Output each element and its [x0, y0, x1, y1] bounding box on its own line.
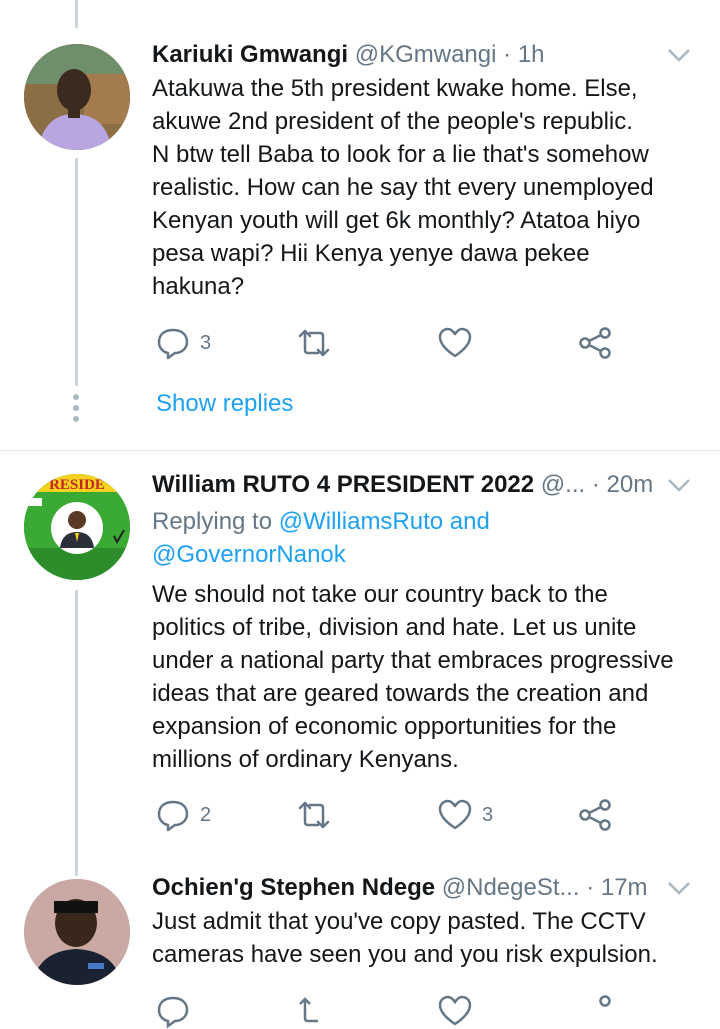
- avatar[interactable]: [24, 44, 130, 150]
- display-name[interactable]: Ochien'g Stephen Ndege: [152, 874, 435, 901]
- tweet-2[interactable]: RESIDE William RUTO 4 PRESIDENT 2022 @..…: [0, 451, 720, 871]
- user-handle[interactable]: @NdegeSt...: [442, 874, 580, 901]
- tweet-text-line: ideas that are geared towards the creati…: [152, 680, 649, 707]
- show-replies-link[interactable]: Show replies: [156, 390, 293, 418]
- retweet-button[interactable]: [296, 993, 332, 1029]
- reply-count: 2: [200, 803, 212, 826]
- mention-link[interactable]: @WilliamsRuto and: [279, 508, 490, 535]
- timestamp[interactable]: 17m: [601, 874, 648, 901]
- tweet-text-line: expansion of economic opportunities for …: [152, 713, 617, 740]
- person-photo-icon: [24, 44, 130, 150]
- tweet-text-line: akuwe 2nd president of the people's repu…: [152, 108, 633, 135]
- display-name[interactable]: William RUTO 4 PRESIDENT 2022: [152, 471, 534, 498]
- heart-icon: [438, 995, 472, 1026]
- separator-dot: ·: [591, 471, 600, 498]
- retweet-icon: [298, 329, 330, 357]
- like-count: 3: [482, 803, 494, 826]
- separator-dot: ·: [503, 41, 512, 68]
- tweet-header: William RUTO 4 PRESIDENT 2022 @... · 20m: [152, 468, 696, 502]
- tweet-text: Atakuwa the 5th president kwake home. El…: [152, 72, 697, 303]
- tweet-text-line: Kenyan youth will get 6k monthly? Atatoa…: [152, 207, 641, 234]
- display-name[interactable]: Kariuki Gmwangi: [152, 41, 348, 68]
- tweet-text-line: cameras have seen you and you risk expul…: [152, 941, 658, 968]
- reply-button[interactable]: 2: [156, 797, 211, 833]
- tweet-actions: 2 3: [156, 797, 616, 833]
- share-icon: [599, 995, 611, 1007]
- reply-icon: [157, 328, 189, 360]
- chevron-down-icon[interactable]: [666, 875, 692, 901]
- tweet-actions: 3: [156, 325, 616, 361]
- chevron-down-icon[interactable]: [666, 42, 692, 68]
- heart-icon: [438, 799, 472, 830]
- separator-dot: ·: [586, 874, 595, 901]
- share-icon: [579, 327, 611, 359]
- reply-count: 3: [200, 331, 212, 354]
- like-button[interactable]: [438, 993, 472, 1029]
- tweet-actions: [156, 993, 616, 1029]
- retweet-button[interactable]: [296, 325, 332, 361]
- tweet-header: Ochien'g Stephen Ndege @NdegeSt... · 17m: [152, 871, 696, 905]
- tweet-text-line: Atakuwa the 5th president kwake home. El…: [152, 75, 638, 102]
- reply-icon: [157, 800, 189, 832]
- tweet-text-line: politics of tribe, division and hate. Le…: [152, 614, 637, 641]
- tweet-text-line: Just admit that you've copy pasted. The …: [152, 908, 646, 935]
- tweet-text: We should not take our country back to t…: [152, 578, 697, 776]
- tweet-header: Kariuki Gmwangi @KGmwangi · 1h: [152, 38, 696, 72]
- share-button[interactable]: [578, 797, 612, 833]
- tweet-text-line: N btw tell Baba to look for a lie that's…: [152, 141, 649, 168]
- reply-icon: [157, 996, 189, 1028]
- share-icon: [579, 799, 611, 831]
- user-handle[interactable]: @...: [541, 471, 585, 498]
- tweet-text-line: hakuna?: [152, 273, 245, 300]
- tweet-3[interactable]: Ochien'g Stephen Ndege @NdegeSt... · 17m…: [0, 871, 720, 1028]
- chevron-down-icon[interactable]: [666, 472, 692, 498]
- tweet-text-line: realistic. How can he say tht every unem…: [152, 174, 654, 201]
- reply-button[interactable]: 3: [156, 325, 211, 361]
- avatar[interactable]: RESIDE: [24, 474, 130, 580]
- tweet-text-line: pesa wapi? Hii Kenya yenye dawa pekee: [152, 240, 590, 267]
- retweet-icon: [298, 801, 330, 829]
- timestamp[interactable]: 1h: [518, 41, 545, 68]
- replying-to-label: Replying to: [152, 508, 273, 535]
- share-button[interactable]: [578, 993, 612, 1029]
- tweet-text: Just admit that you've copy pasted. The …: [152, 905, 697, 971]
- avatar[interactable]: [24, 879, 130, 985]
- like-button[interactable]: 3: [438, 797, 493, 833]
- tweet-1[interactable]: Kariuki Gmwangi @KGmwangi · 1h Atakuwa t…: [0, 0, 720, 450]
- replying-to: Replying to @WilliamsRuto and @GovernorN…: [152, 505, 697, 571]
- heart-icon: [438, 327, 472, 358]
- poster-title: RESIDE: [49, 477, 105, 493]
- reply-button[interactable]: [156, 993, 190, 1029]
- person-photo-icon: [24, 879, 130, 985]
- retweet-icon: [299, 997, 318, 1023]
- user-handle[interactable]: @KGmwangi: [355, 41, 497, 68]
- like-button[interactable]: [438, 325, 472, 361]
- campaign-poster-icon: RESIDE: [24, 474, 130, 580]
- retweet-button[interactable]: [296, 797, 332, 833]
- share-button[interactable]: [578, 325, 612, 361]
- tweet-text-line: We should not take our country back to t…: [152, 581, 608, 608]
- tweet-text-line: millions of ordinary Kenyans.: [152, 746, 459, 773]
- mention-link[interactable]: @GovernorNanok: [152, 541, 346, 568]
- tweet-text-line: under a national party that embraces pro…: [152, 647, 674, 674]
- timestamp[interactable]: 20m: [607, 471, 654, 498]
